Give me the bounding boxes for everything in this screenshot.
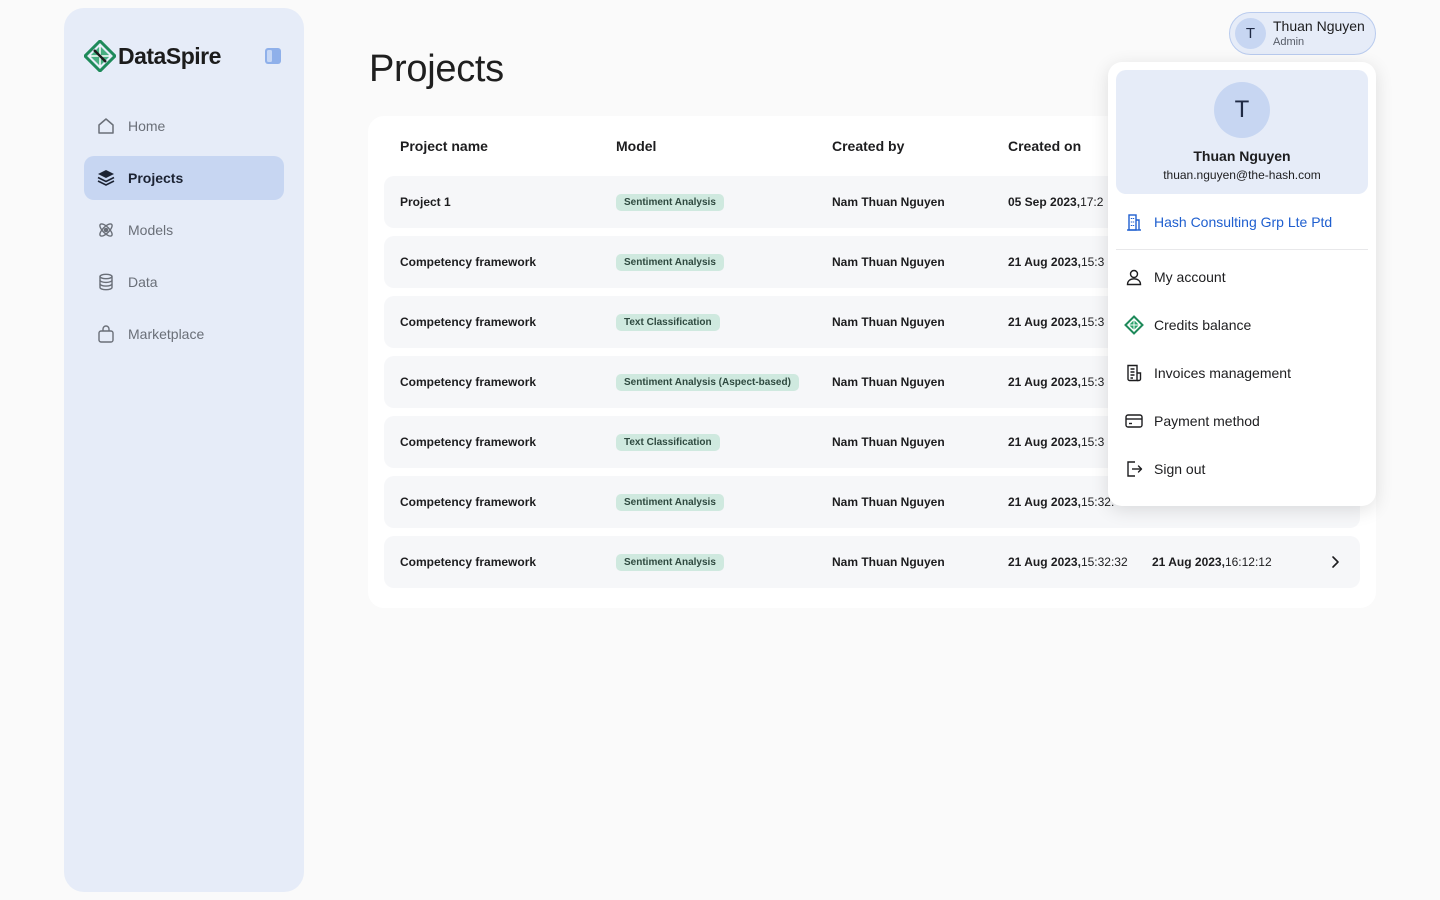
- credit-card-icon: [1125, 414, 1143, 428]
- shopping-bag-icon: [98, 325, 114, 343]
- menu-item-label: Payment method: [1154, 413, 1260, 429]
- dataspire-logo-icon: [84, 40, 116, 72]
- brand-name: DataSpire: [118, 42, 221, 69]
- database-icon: [99, 273, 113, 291]
- created-by-cell: Nam Thuan Nguyen: [832, 495, 945, 509]
- model-cell: Sentiment Analysis: [616, 236, 724, 288]
- column-header-project-name[interactable]: Project name: [400, 138, 488, 154]
- created-on-cell: 21 Aug 2023, 15:3: [1008, 315, 1105, 329]
- sidebar-item-marketplace[interactable]: Marketplace: [84, 312, 284, 356]
- created-on-cell: 21 Aug 2023, 15:32:: [1008, 495, 1115, 509]
- menu-item-label: Credits balance: [1154, 317, 1252, 333]
- avatar-large: T: [1214, 82, 1270, 138]
- avatar: T: [1235, 18, 1266, 49]
- project-name-cell: Competency framework: [400, 435, 537, 449]
- chevron-right-icon[interactable]: [1326, 553, 1344, 571]
- page-title: Projects: [369, 48, 504, 90]
- profile-dropdown-menu: T Thuan Nguyen thuan.nguyen@the-hash.com…: [1108, 62, 1376, 506]
- menu-item-label: My account: [1154, 269, 1226, 285]
- organization-link[interactable]: Hash Consulting Grp Lte Ptd: [1124, 210, 1360, 234]
- model-cell: Sentiment Analysis (Aspect-based): [616, 356, 799, 408]
- model-badge: Text Classification: [616, 433, 720, 451]
- profile-card-name: Thuan Nguyen: [1193, 148, 1291, 164]
- sidebar-item-label: Marketplace: [128, 326, 205, 342]
- model-badge: Sentiment Analysis: [616, 253, 724, 271]
- column-header-created-by[interactable]: Created by: [832, 138, 904, 154]
- sidebar-item-home[interactable]: Home: [84, 104, 284, 148]
- model-badge: Sentiment Analysis: [616, 553, 724, 571]
- sidebar-item-label: Home: [128, 118, 166, 134]
- sidebar-nav: Home Projects Models Data Marketplace: [84, 104, 284, 364]
- model-cell: Text Classification: [616, 296, 720, 348]
- logo[interactable]: DataSpire: [84, 40, 221, 72]
- project-name-cell: Competency framework: [400, 315, 537, 329]
- sidebar-item-models[interactable]: Models: [84, 208, 284, 252]
- column-header-created-on[interactable]: Created on: [1008, 138, 1081, 154]
- project-name-cell: Competency framework: [400, 555, 537, 569]
- created-by-cell: Nam Thuan Nguyen: [832, 435, 945, 449]
- atom-icon: [99, 223, 113, 237]
- layers-icon: [97, 170, 115, 186]
- sidebar-collapse-button[interactable]: [264, 47, 282, 65]
- project-name-cell: Competency framework: [400, 495, 537, 509]
- menu-item-my-account[interactable]: My account: [1124, 263, 1360, 291]
- sidebar-item-data[interactable]: Data: [84, 260, 284, 304]
- project-name-cell: Project 1: [400, 195, 451, 209]
- profile-card: T Thuan Nguyen thuan.nguyen@the-hash.com: [1116, 70, 1368, 194]
- project-name-cell: Competency framework: [400, 255, 537, 269]
- profile-button[interactable]: T Thuan Nguyen Admin: [1229, 12, 1376, 55]
- table-row[interactable]: Competency framework Sentiment Analysis …: [384, 536, 1360, 588]
- model-cell: Sentiment Analysis: [616, 476, 724, 528]
- profile-name: Thuan Nguyen: [1273, 18, 1365, 34]
- project-name-cell: Competency framework: [400, 375, 537, 389]
- model-badge: Sentiment Analysis: [616, 193, 724, 211]
- model-badge: Text Classification: [616, 313, 720, 331]
- sign-out-icon: [1127, 461, 1143, 477]
- user-icon: [1126, 269, 1142, 286]
- building-icon: [1127, 214, 1141, 231]
- menu-divider: [1116, 249, 1368, 250]
- menu-item-label: Invoices management: [1154, 365, 1291, 381]
- created-on-cell: 21 Aug 2023, 15:32:32: [1008, 555, 1128, 569]
- column-header-model[interactable]: Model: [616, 138, 656, 154]
- sidebar-toggle-icon: [265, 48, 281, 64]
- model-badge: Sentiment Analysis (Aspect-based): [616, 373, 799, 391]
- sidebar-item-projects[interactable]: Projects: [84, 156, 284, 200]
- profile-role: Admin: [1273, 36, 1305, 48]
- sidebar: DataSpire Home Projects Models Data Mark…: [64, 8, 304, 892]
- sidebar-item-label: Models: [128, 222, 174, 238]
- created-by-cell: Nam Thuan Nguyen: [832, 255, 945, 269]
- credits-icon: [1124, 315, 1144, 335]
- created-by-cell: Nam Thuan Nguyen: [832, 375, 945, 389]
- created-by-cell: Nam Thuan Nguyen: [832, 195, 945, 209]
- menu-item-label: Sign out: [1154, 461, 1206, 477]
- invoice-icon: [1127, 364, 1142, 382]
- created-on-cell: 21 Aug 2023, 15:3: [1008, 375, 1105, 389]
- menu-item-credits-balance[interactable]: Credits balance: [1124, 311, 1360, 339]
- model-badge: Sentiment Analysis: [616, 493, 724, 511]
- menu-item-payment-method[interactable]: Payment method: [1124, 407, 1360, 435]
- home-icon: [98, 118, 114, 134]
- updated-on-cell: 21 Aug 2023, 16:12:12: [1152, 555, 1272, 569]
- menu-item-sign-out[interactable]: Sign out: [1124, 455, 1360, 483]
- profile-card-email: thuan.nguyen@the-hash.com: [1163, 168, 1321, 182]
- model-cell: Text Classification: [616, 416, 720, 468]
- sidebar-item-label: Data: [128, 274, 158, 290]
- created-on-cell: 21 Aug 2023, 15:3: [1008, 435, 1105, 449]
- created-by-cell: Nam Thuan Nguyen: [832, 555, 945, 569]
- created-on-cell: 21 Aug 2023, 15:3: [1008, 255, 1105, 269]
- menu-item-invoices-management[interactable]: Invoices management: [1124, 359, 1360, 387]
- created-by-cell: Nam Thuan Nguyen: [832, 315, 945, 329]
- sidebar-item-label: Projects: [128, 170, 184, 186]
- model-cell: Sentiment Analysis: [616, 176, 724, 228]
- organization-name: Hash Consulting Grp Lte Ptd: [1154, 214, 1333, 230]
- model-cell: Sentiment Analysis: [616, 536, 724, 588]
- created-on-cell: 05 Sep 2023, 17:2: [1008, 195, 1104, 209]
